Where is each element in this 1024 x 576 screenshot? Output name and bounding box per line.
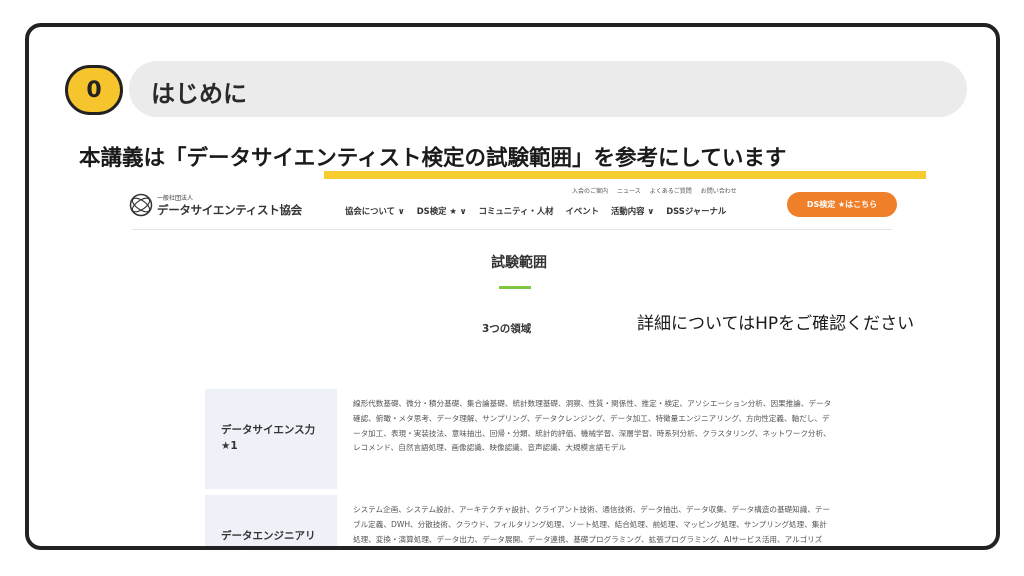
nav-item-community[interactable]: コミュニティ・人材 bbox=[479, 205, 554, 217]
slide-frame: はじめに 0 本講義は「データサイエンティスト検定の試験範囲」を参考にしています… bbox=[25, 23, 1000, 550]
utility-links: 入会のご案内 ニュース よくあるご質問 お問い合わせ bbox=[572, 186, 737, 195]
nav-item-ds-exam[interactable]: DS検定 ★ ∨ bbox=[417, 205, 467, 217]
section-title: 試験範囲 bbox=[491, 255, 547, 271]
headline-highlight bbox=[324, 171, 926, 179]
section-number-badge: 0 bbox=[65, 65, 123, 115]
header-divider bbox=[132, 229, 892, 230]
main-nav: 協会について ∨ DS検定 ★ ∨ コミュニティ・人材 イベント 活動内容 ∨ … bbox=[345, 205, 726, 217]
website-screenshot: 一般社団法人 データサイエンティスト協会 入会のご案内 ニュース よくあるご質問… bbox=[109, 177, 929, 546]
domain-description: システム企画、システム設計、アーキテクチャ設計、クライアント技術、通信技術、デー… bbox=[353, 505, 831, 544]
nav-item-events[interactable]: イベント bbox=[565, 205, 599, 217]
nav-item-journal[interactable]: DSSジャーナル bbox=[666, 205, 726, 217]
logo-subtitle: 一般社団法人 bbox=[157, 195, 194, 202]
logo-text[interactable]: データサイエンティスト協会 bbox=[157, 202, 302, 218]
domain-description: 線形代数基礎、微分・積分基礎、集合論基礎、統計数理基礎、洞察、性質・関係性、推定… bbox=[353, 399, 832, 453]
logo-icon bbox=[129, 193, 153, 217]
domain-name: データエンジニアリング力★1 bbox=[205, 495, 337, 546]
headline: 本講義は「データサイエンティスト検定の試験範囲」を参考にしています bbox=[79, 146, 787, 171]
link-faq[interactable]: よくあるご質問 bbox=[650, 186, 692, 195]
domain-row: データサイエンス力★1 線形代数基礎、微分・積分基礎、集合論基礎、統計数理基礎、… bbox=[205, 389, 855, 489]
overlay-note: 詳細についてはHPをご確認ください bbox=[637, 314, 915, 334]
title-bar: はじめに bbox=[129, 61, 967, 117]
subheading: 3つの領域 bbox=[482, 323, 532, 335]
nav-item-about[interactable]: 協会について ∨ bbox=[345, 205, 405, 217]
link-news[interactable]: ニュース bbox=[617, 186, 641, 195]
slide-title: はじめに bbox=[151, 80, 247, 108]
domain-name: データサイエンス力★1 bbox=[205, 389, 337, 489]
link-contact[interactable]: お問い合わせ bbox=[701, 186, 737, 195]
nav-item-activities[interactable]: 活動内容 ∨ bbox=[611, 205, 654, 217]
link-membership[interactable]: 入会のご案内 bbox=[572, 186, 608, 195]
section-title-underline bbox=[499, 286, 531, 289]
domain-row: データエンジニアリング力★1 システム企画、システム設計、アーキテクチャ設計、ク… bbox=[205, 495, 855, 546]
ds-exam-cta-button[interactable]: DS検定 ★はこちら bbox=[787, 192, 897, 217]
